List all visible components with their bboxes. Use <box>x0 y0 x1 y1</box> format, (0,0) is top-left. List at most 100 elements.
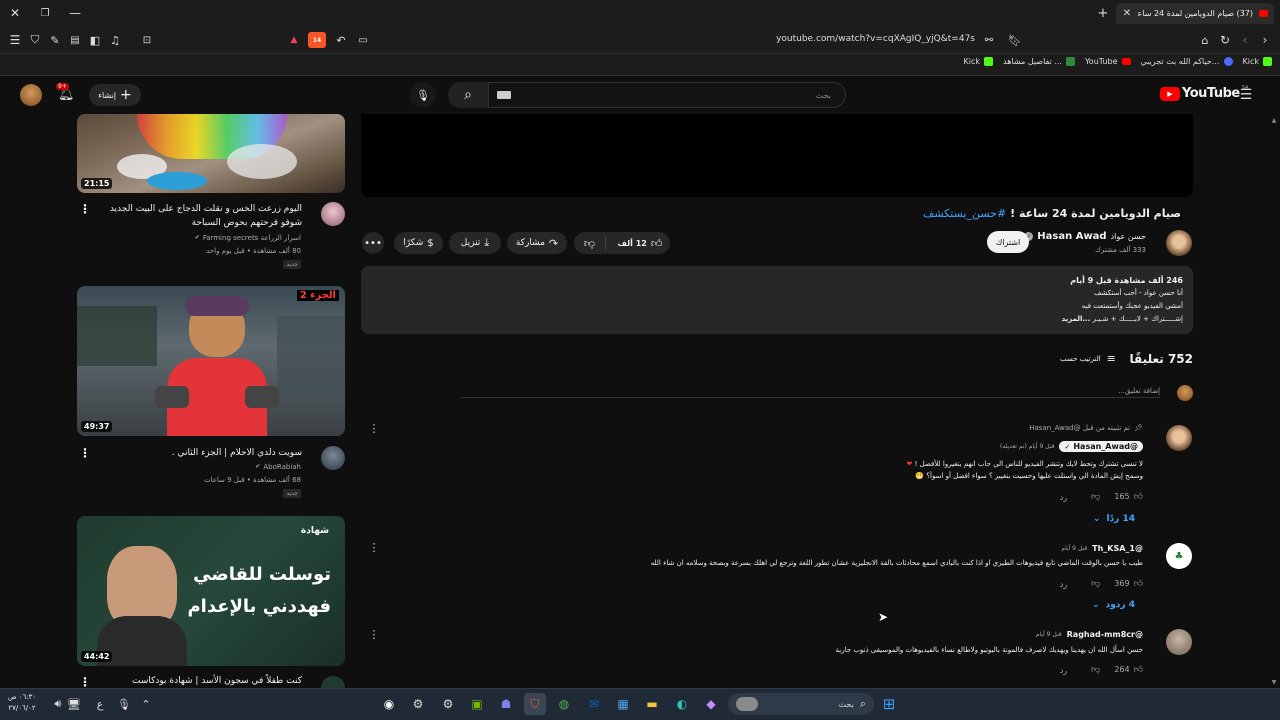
home-icon[interactable]: ⌂ <box>1198 33 1212 47</box>
channel-avatar[interactable] <box>321 446 345 470</box>
comment-time[interactable]: قبل 9 أيام <box>1036 631 1062 638</box>
sidebar-icon[interactable]: ◧ <box>88 33 102 47</box>
channel-avatar[interactable] <box>321 202 345 226</box>
description-more[interactable]: ...المزيد <box>1062 315 1091 323</box>
brave-icon[interactable]: ⛉ <box>524 693 546 715</box>
replies-toggle[interactable]: 4 ردود ⌄ <box>1092 600 1135 610</box>
new-tab-icon[interactable]: + <box>1096 6 1110 21</box>
bookmark-item[interactable]: حياكم الله بث تجريبي... <box>1141 57 1233 66</box>
pip-icon[interactable]: ▭ <box>356 33 370 47</box>
video-thumbnail[interactable]: 21:15 <box>77 114 345 193</box>
replies-toggle[interactable]: 14 ردًا ⌄ <box>1093 514 1135 524</box>
wallet-icon[interactable]: ▤ <box>68 33 82 47</box>
hashtag-link[interactable]: #حسن_يستكشف <box>923 207 1006 220</box>
forward-icon[interactable]: ‹ <box>1238 33 1252 47</box>
reply-button[interactable]: رد <box>1060 493 1067 502</box>
tab-close-icon[interactable]: ✕ <box>1122 8 1132 19</box>
store-icon[interactable]: ▦ <box>612 693 634 715</box>
download-button[interactable]: تنزيل ⤓ <box>449 232 501 254</box>
more-actions-button[interactable]: ••• <box>362 232 384 254</box>
author-chip[interactable]: @Hasan_Awad ✓ <box>1059 441 1143 452</box>
comment-menu-icon[interactable]: ⋮ <box>369 627 380 641</box>
video-menu-icon[interactable]: ⋮ <box>79 447 91 459</box>
browser-tab[interactable]: ✕ (37) صيام الدويامين لمدة 24 ساعة <box>1116 3 1274 24</box>
bookmark-item[interactable]: YouTube <box>1085 57 1131 66</box>
video-player[interactable] <box>361 114 1193 197</box>
close-window-icon[interactable]: ✕ <box>8 6 22 20</box>
voice-search-button[interactable]: 🎙︎ <box>410 82 436 108</box>
search-input[interactable]: بحث <box>488 82 846 108</box>
menu-icon[interactable]: ☰ <box>8 33 22 47</box>
obs-icon[interactable]: ◉ <box>378 693 400 715</box>
clock[interactable]: ٠٦:٣٠ ص ٢٧/٠٦/٠٢ <box>8 692 36 714</box>
extensions-icon[interactable]: ✎ <box>48 33 62 47</box>
windows-start-icon[interactable]: ⊞ <box>878 693 900 715</box>
bookmark-item[interactable]: تفاصيل مشاهد ... <box>1003 57 1075 66</box>
thanks-button[interactable]: شكرًا $ <box>394 232 443 254</box>
dislike-button[interactable]: 👎︎ <box>574 236 606 250</box>
share-button[interactable]: مشاركة ↷ <box>507 232 567 254</box>
scroll-up-icon[interactable]: ▲ <box>1270 116 1278 124</box>
settings-icon[interactable]: ⚙ <box>437 693 459 715</box>
channel-name-row[interactable]: حسن عواد Hasan Awad ✓ <box>1024 231 1146 242</box>
video-title[interactable]: كنت طفلاً في سجون الأسد | شهادة بودكاست <box>102 674 302 688</box>
back-history-icon[interactable]: ↶ <box>334 33 348 47</box>
video-title[interactable]: اليوم زرعت الخس و نقلت الدجاج على البيت … <box>102 202 302 230</box>
video-title[interactable]: سويت دلدي الاحلام | الجزء الثاني . <box>102 446 302 460</box>
comment-avatar[interactable] <box>1166 629 1192 655</box>
description-box[interactable]: 246 ألف مشاهدة قبل 9 أيام أنا حسن عواد -… <box>361 266 1193 334</box>
scroll-down-icon[interactable]: ▼ <box>1270 678 1278 686</box>
reply-button[interactable]: رد <box>1060 580 1067 589</box>
comment-time[interactable]: قبل 9 أيام <box>1061 545 1087 552</box>
channel-avatar[interactable] <box>1166 230 1192 256</box>
url-text[interactable]: youtube.com/watch?v=cqXAgIQ_yjQ&t=47s <box>700 34 975 44</box>
back-icon[interactable]: › <box>1258 33 1272 47</box>
comment-like-button[interactable]: 👍︎ 264 <box>1114 665 1143 675</box>
comment-menu-icon[interactable]: ⋮ <box>369 540 380 554</box>
video-thumbnail[interactable]: شهادة توسلت للقاضي فهددني بالإعدام 44:42 <box>77 516 345 666</box>
comment-author[interactable]: @Th_KSA_1 <box>1092 544 1143 553</box>
bookmark-item[interactable]: Kick <box>1243 57 1272 66</box>
bookmark-icon[interactable]: 🔖︎ <box>1008 33 1022 47</box>
user-avatar[interactable] <box>20 84 42 106</box>
comment-author[interactable]: @Raghad-mm8cr <box>1067 630 1143 639</box>
minimize-icon[interactable]: — <box>68 6 82 20</box>
comment-avatar[interactable] <box>1166 425 1192 451</box>
shield-icon[interactable]: ⛉ <box>28 33 42 47</box>
comment-like-button[interactable]: 👍︎ 165 <box>1114 492 1143 502</box>
site-settings-icon[interactable]: ⚯ <box>982 33 996 47</box>
sort-button[interactable]: الترتيب حسب ≡ <box>1060 352 1116 365</box>
outlook-icon[interactable]: ✉ <box>583 693 605 715</box>
video-menu-icon[interactable]: ⋮ <box>79 203 91 215</box>
brave-shield-button[interactable]: 14 <box>308 32 326 48</box>
thumbs-down-icon[interactable]: 👎︎ <box>1091 665 1100 675</box>
like-button[interactable]: 12 ألف 👍︎ <box>610 237 670 250</box>
folder-icon[interactable]: ▬ <box>641 693 663 715</box>
thumbs-down-icon[interactable]: 👎︎ <box>1091 579 1100 589</box>
video-channel[interactable]: AboRabiah ✔ <box>255 461 301 473</box>
microphone-icon[interactable]: 🎙︎ <box>117 698 131 711</box>
channel-avatar[interactable] <box>321 676 345 688</box>
music-icon[interactable]: ♫ <box>108 33 122 47</box>
edge-icon[interactable]: ◐ <box>671 693 693 715</box>
thumbs-down-icon[interactable]: 👎︎ <box>1091 492 1100 502</box>
guide-menu-icon[interactable]: ☰ <box>1238 87 1254 103</box>
tray-chevron-icon[interactable]: ⌃ <box>140 698 152 711</box>
maximize-icon[interactable]: ❐ <box>38 6 52 20</box>
comment-avatar[interactable]: ♣ <box>1166 543 1192 569</box>
brave-rewards-icon[interactable]: ▲ <box>288 34 300 46</box>
language-indicator[interactable]: ع <box>94 698 106 711</box>
notifications-button[interactable]: 🔔︎ 9+ <box>54 83 76 105</box>
copilot-icon[interactable]: ◆ <box>700 693 722 715</box>
search-button[interactable]: ⌕ <box>448 82 488 108</box>
video-channel[interactable]: اسرار الزراعة Farming secrets ✔ <box>195 232 301 244</box>
reload-icon[interactable]: ↻ <box>1218 33 1232 47</box>
youtube-logo[interactable]: ▶ YouTube SA <box>1160 85 1248 101</box>
comment-time[interactable]: قبل 9 أيام (تم تعديله) <box>1000 443 1055 450</box>
video-thumbnail[interactable]: الجزء 2 49:37 <box>77 286 345 436</box>
comment-like-button[interactable]: 👍︎ 369 <box>1114 579 1143 589</box>
chatgpt-icon[interactable]: ⚙ <box>407 693 429 715</box>
add-comment-input[interactable]: إضافة تعليق... <box>460 387 1160 398</box>
video-menu-icon[interactable]: ⋮ <box>79 676 91 688</box>
volume-icon[interactable]: 🔊︎ <box>52 697 64 710</box>
